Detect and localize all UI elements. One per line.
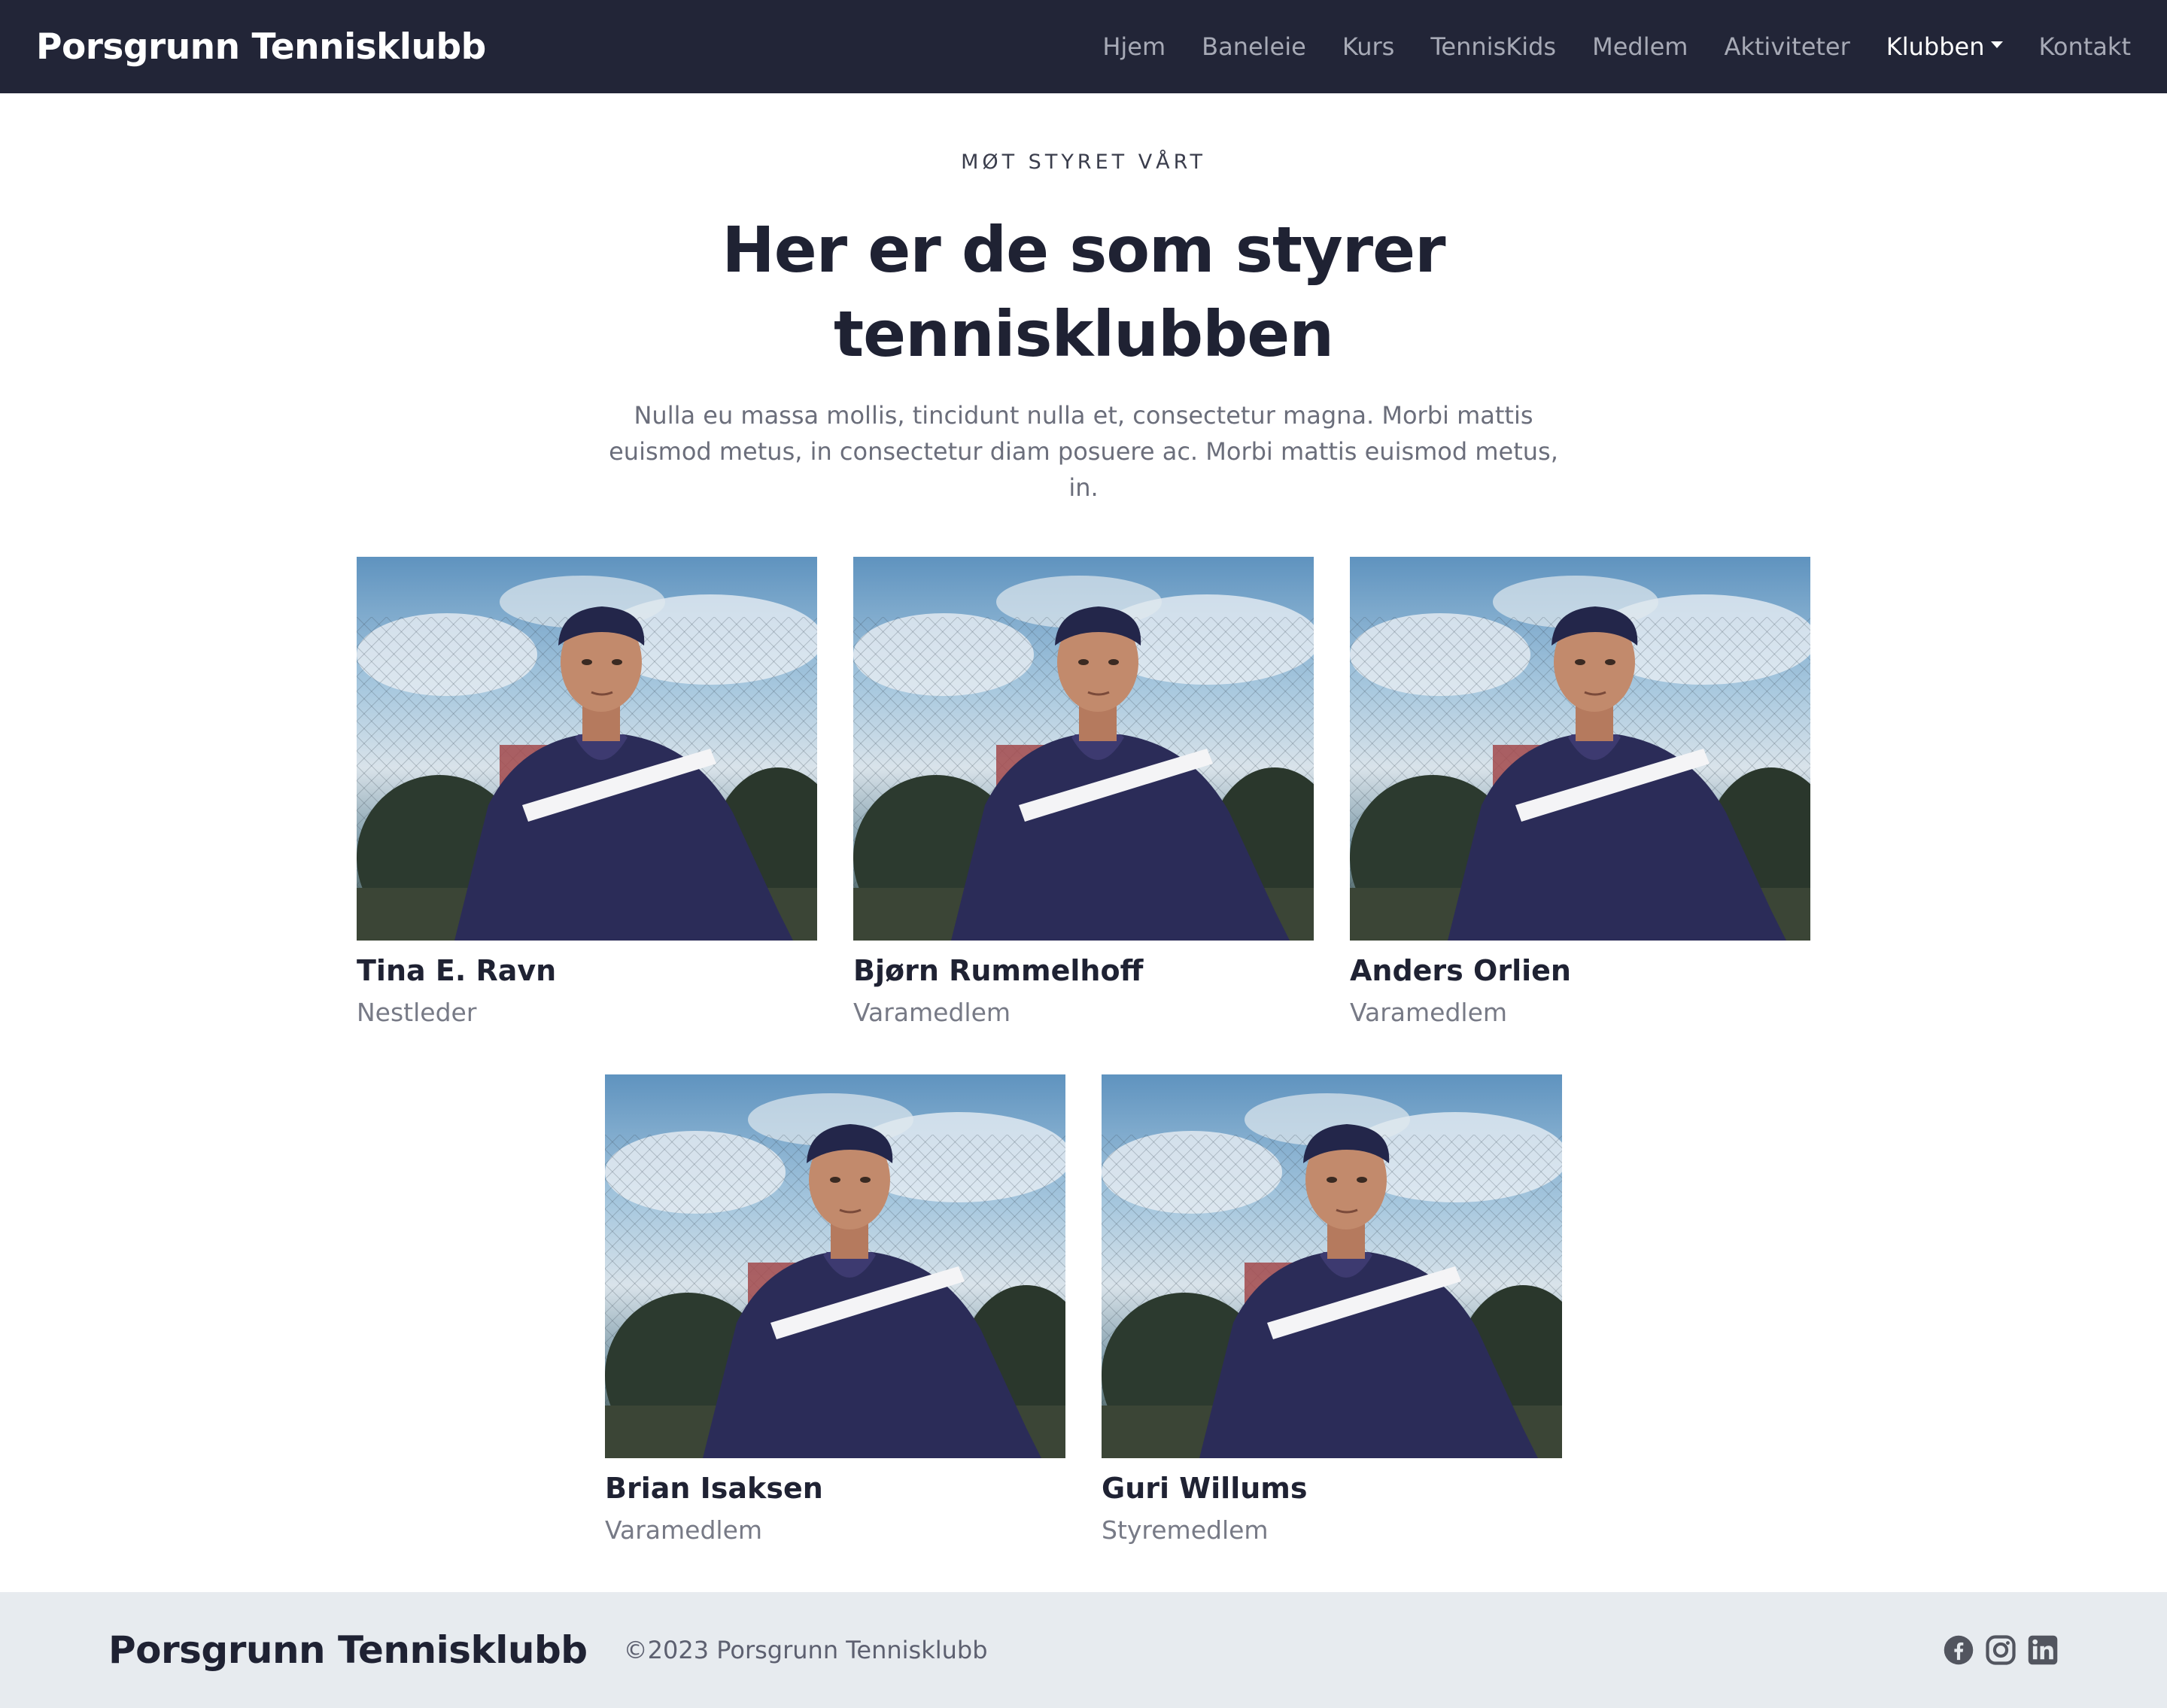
member-photo bbox=[605, 1074, 1065, 1458]
member-role: Varamedlem bbox=[605, 1515, 763, 1545]
member-card: Guri Willums Styremedlem bbox=[1102, 1074, 1562, 1545]
member-name: Anders Orlien bbox=[1350, 954, 1571, 987]
intro-paragraph: Nulla eu massa mollis, tincidunt nulla e… bbox=[609, 401, 1558, 502]
nav-link-hjem[interactable]: Hjem bbox=[1102, 32, 1166, 61]
member-photo bbox=[853, 557, 1314, 941]
nav-link-kontakt[interactable]: Kontakt bbox=[2039, 32, 2131, 61]
nav-link-medlem[interactable]: Medlem bbox=[1592, 32, 1688, 61]
nav-dropdown-klubben-label: Klubben bbox=[1886, 32, 1985, 61]
social-links bbox=[1932, 1634, 2059, 1666]
nav-dropdown-klubben[interactable]: Klubben bbox=[1886, 32, 2003, 61]
page-title-line-1: Her er de som styrer bbox=[722, 213, 1445, 287]
facebook-icon[interactable] bbox=[1943, 1634, 1974, 1666]
member-name: Guri Willums bbox=[1102, 1472, 1308, 1505]
nav-link-tenniskids[interactable]: TennisKids bbox=[1430, 32, 1556, 61]
nav-links: Hjem Baneleie Kurs TennisKids Medlem Akt… bbox=[1066, 0, 2131, 93]
instagram-icon[interactable] bbox=[1985, 1634, 2017, 1666]
section-eyebrow: MØT STYRET VÅRT bbox=[961, 150, 1206, 174]
member-name: Tina E. Ravn bbox=[357, 954, 557, 987]
brand-logo-link[interactable]: Porsgrunn Tennisklubb bbox=[36, 26, 486, 68]
member-photo bbox=[1102, 1074, 1562, 1458]
member-photo bbox=[357, 557, 817, 941]
member-name: Brian Isaksen bbox=[605, 1472, 823, 1505]
member-name: Bjørn Rummelhoff bbox=[853, 954, 1144, 987]
nav-link-baneleie[interactable]: Baneleie bbox=[1202, 32, 1306, 61]
caret-down-icon bbox=[1990, 41, 2003, 48]
member-card: Anders Orlien Varamedlem bbox=[1350, 557, 1810, 1027]
member-role: Styremedlem bbox=[1102, 1515, 1269, 1545]
page-title: Her er de som styrer tennisklubben bbox=[632, 208, 1535, 376]
nav-link-kurs[interactable]: Kurs bbox=[1342, 32, 1395, 61]
footer: Porsgrunn Tennisklubb ©2023 Porsgrunn Te… bbox=[0, 1592, 2167, 1708]
member-photo bbox=[1350, 557, 1810, 941]
linkedin-icon[interactable] bbox=[2027, 1634, 2059, 1666]
member-card: Tina E. Ravn Nestleder bbox=[357, 557, 817, 1027]
member-role: Varamedlem bbox=[1350, 998, 1508, 1027]
nav-link-aktiviteter[interactable]: Aktiviteter bbox=[1724, 32, 1849, 61]
copyright-text: ©2023 Porsgrunn Tennisklubb bbox=[623, 1636, 988, 1664]
page-title-line-2: tennisklubben bbox=[833, 297, 1334, 371]
navbar: Porsgrunn Tennisklubb Hjem Baneleie Kurs… bbox=[0, 0, 2167, 93]
member-card: Brian Isaksen Varamedlem bbox=[605, 1074, 1065, 1545]
member-card: Bjørn Rummelhoff Varamedlem bbox=[853, 557, 1314, 1027]
footer-brand: Porsgrunn Tennisklubb bbox=[108, 1628, 588, 1672]
member-role: Varamedlem bbox=[853, 998, 1011, 1027]
member-role: Nestleder bbox=[357, 998, 477, 1027]
